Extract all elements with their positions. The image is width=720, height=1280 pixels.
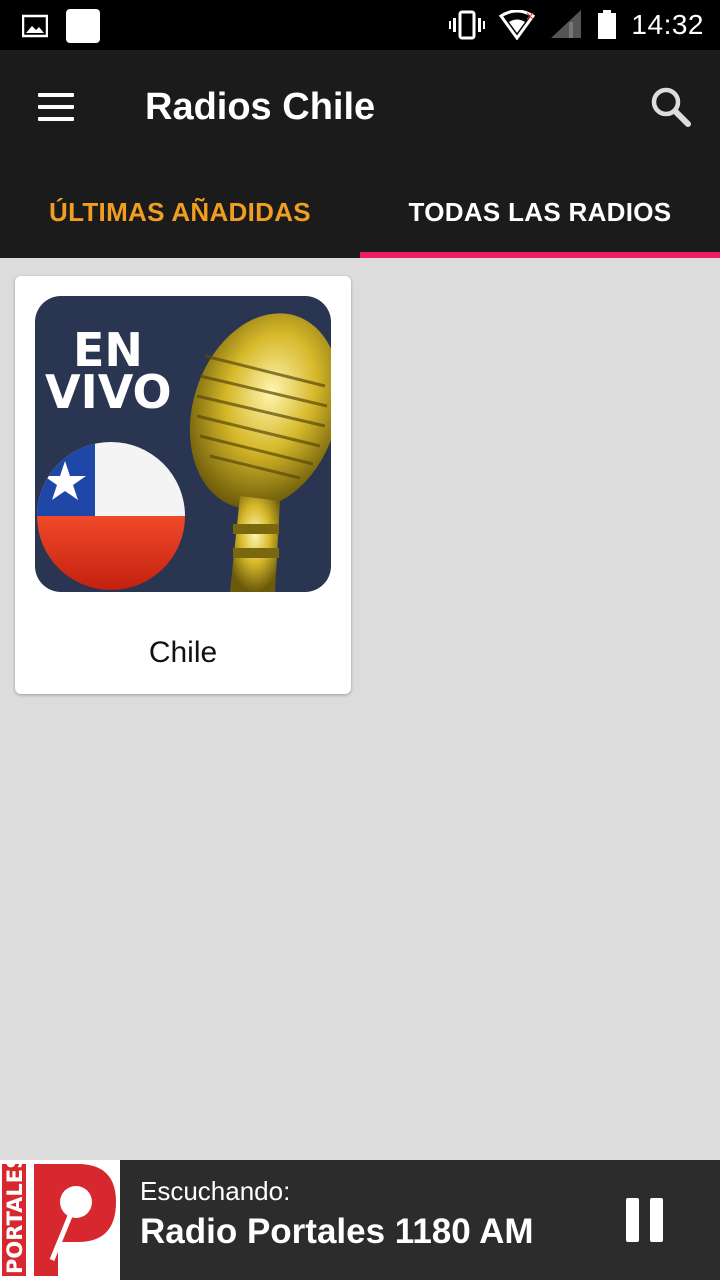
menu-icon (38, 93, 74, 97)
vibrate-icon (449, 10, 486, 40)
status-bar: × 14:32 (0, 0, 720, 50)
white-square-icon (66, 9, 100, 43)
app-bar: Radios Chile (0, 50, 720, 166)
image-icon (22, 14, 48, 38)
card-image: EN VIVO (35, 296, 341, 592)
status-time: 14:32 (631, 9, 704, 40)
app-title: Radios Chile (145, 86, 376, 128)
signal-icon (551, 10, 582, 38)
badge-text-vivo: VIVO (45, 365, 172, 419)
pause-button[interactable] (622, 1198, 666, 1244)
tab-bar: ÚLTIMAS AÑADIDAS TODAS LAS RADIOS (0, 166, 720, 258)
pause-icon (626, 1198, 639, 1242)
content-area: EN VIVO Chile (0, 258, 720, 1160)
search-button[interactable] (646, 82, 696, 132)
country-card-chile[interactable]: EN VIVO Chile (15, 276, 351, 694)
station-logo: PORTALES (0, 1154, 120, 1280)
tab-all-radios-label: TODAS LAS RADIOS (408, 196, 672, 227)
tab-all-radios[interactable]: TODAS LAS RADIOS (360, 166, 720, 258)
logo-text: PORTALES (3, 1160, 27, 1274)
tab-latest[interactable]: ÚLTIMAS AÑADIDAS (0, 166, 360, 258)
wifi-icon: × (499, 10, 536, 40)
tab-latest-label: ÚLTIMAS AÑADIDAS (49, 196, 311, 227)
card-label: Chile (148, 636, 218, 669)
search-icon (651, 87, 691, 127)
player-status-label: Escuchando: (140, 1176, 291, 1206)
now-playing-bar[interactable]: PORTALES Escuchando: Radio Portales 1180… (0, 1154, 720, 1280)
svg-text:×: × (525, 10, 535, 23)
battery-icon (598, 10, 617, 39)
portales-logo-icon: PORTALES (0, 1154, 120, 1280)
player-station-name: Radio Portales 1180 AM (140, 1212, 534, 1251)
menu-button[interactable] (28, 88, 84, 128)
